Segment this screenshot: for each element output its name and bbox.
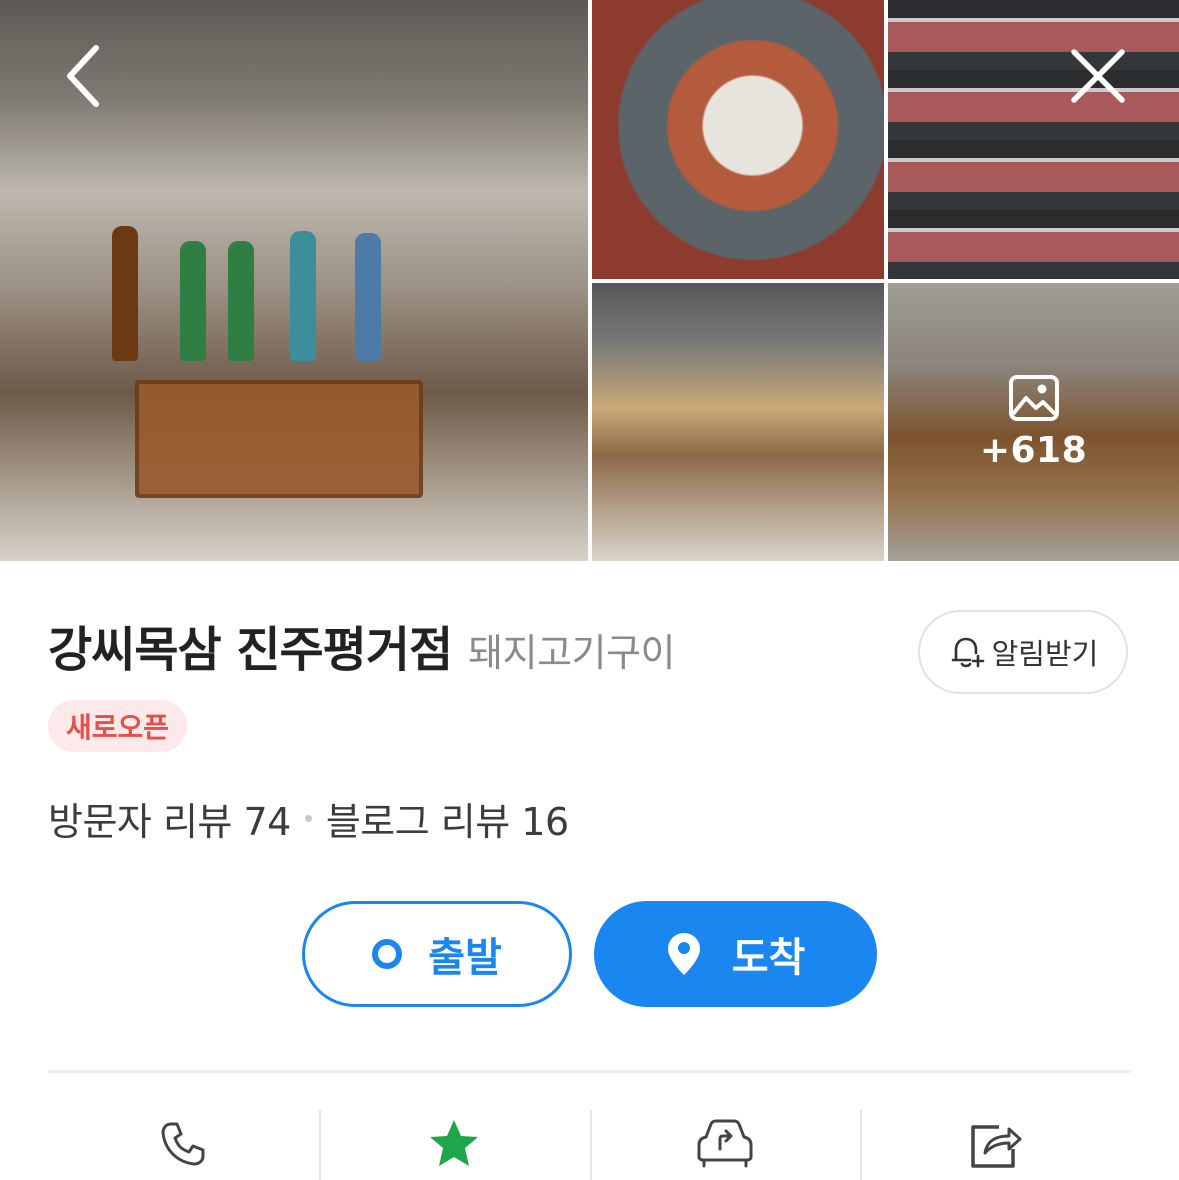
review-summary: 방문자 리뷰 74 블로그 리뷰 16: [48, 790, 569, 846]
section-divider: [48, 1070, 1131, 1073]
back-button[interactable]: [52, 38, 112, 114]
more-photos-button[interactable]: +618: [888, 283, 1179, 561]
title-row: 강씨목삼 진주평거점 돼지고기구이: [48, 610, 675, 682]
photo-table-deco: [135, 380, 423, 498]
photo-bottle-deco: [180, 241, 206, 361]
food-photo[interactable]: [592, 0, 884, 279]
alarm-label: 알림받기: [991, 637, 1099, 671]
blog-review-link[interactable]: 블로그 리뷰 16: [326, 791, 569, 846]
badge-label: 새로오픈: [66, 711, 170, 744]
start-route-button[interactable]: 출발: [302, 901, 572, 1007]
place-category: 돼지고기구이: [468, 631, 675, 675]
chevron-left-icon: [67, 45, 99, 107]
star-icon: [430, 1119, 479, 1166]
close-button[interactable]: [1066, 44, 1130, 108]
bell-plus-icon: [951, 637, 984, 668]
action-bar: [48, 1108, 1131, 1180]
photo-count-label: +618: [979, 429, 1088, 471]
location-pin-icon: [667, 933, 700, 975]
visitor-review-link[interactable]: 방문자 리뷰 74: [48, 791, 291, 846]
start-dot-icon: [372, 939, 403, 969]
photo-bottle-deco: [228, 241, 254, 361]
car-route-icon: [697, 1119, 753, 1167]
close-icon: [1071, 49, 1125, 103]
photo-bottle-deco: [112, 226, 138, 361]
share-button[interactable]: [860, 1108, 1131, 1180]
photo-bottle-deco: [290, 231, 316, 361]
arrive-label: 도착: [731, 935, 806, 981]
separator-dot: [304, 814, 312, 822]
arrive-route-button[interactable]: 도착: [594, 901, 877, 1007]
hall-photo[interactable]: [592, 283, 884, 561]
photo-bottle-deco: [355, 233, 381, 361]
meat-fridge-photo[interactable]: [888, 0, 1179, 279]
place-name: 강씨목삼 진주평거점: [48, 622, 453, 678]
new-open-badge: 새로오픈: [48, 700, 188, 752]
taxi-button[interactable]: [589, 1108, 861, 1180]
call-button[interactable]: [48, 1108, 319, 1179]
start-label: 출발: [428, 935, 502, 981]
save-button[interactable]: [318, 1108, 590, 1180]
share-icon: [970, 1124, 1022, 1168]
alarm-button[interactable]: 알림받기: [918, 610, 1128, 694]
phone-icon: [161, 1122, 205, 1165]
gallery-icon: [1008, 374, 1059, 421]
photo-gallery: +618: [0, 0, 1179, 561]
